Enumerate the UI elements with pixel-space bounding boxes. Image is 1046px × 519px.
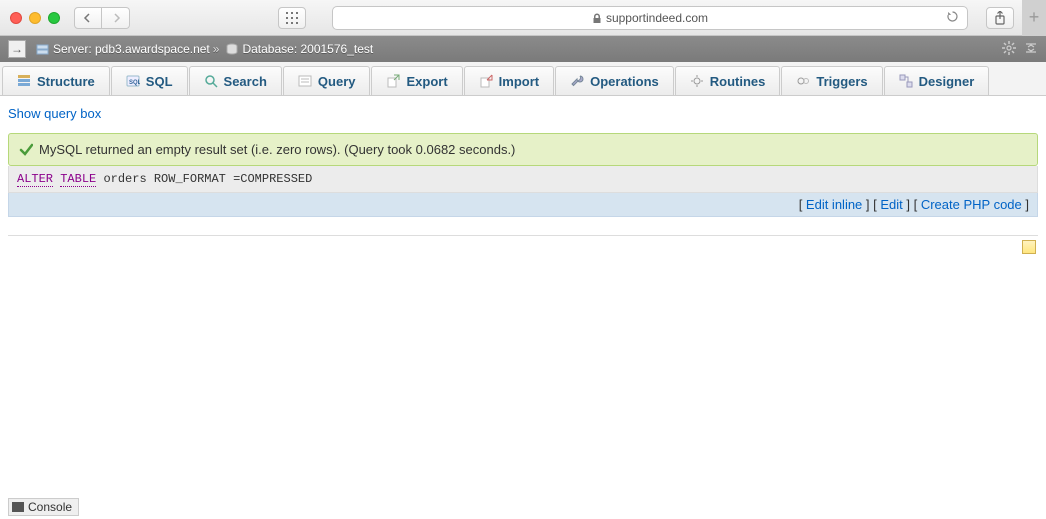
share-button[interactable] [986,7,1014,29]
collapse-toggle[interactable] [1022,240,1036,254]
tab-routines[interactable]: Routines [675,66,781,95]
success-message: MySQL returned an empty result set (i.e.… [8,133,1038,166]
apps-grid-button[interactable] [278,7,306,29]
collapse-panel-icon[interactable] [1024,41,1038,58]
tab-import[interactable]: Import [464,66,554,95]
tab-triggers[interactable]: Triggers [781,66,882,95]
section-divider [8,235,1038,254]
tab-sql[interactable]: SQL SQL [111,66,188,95]
tab-label: Structure [37,74,95,89]
close-window-button[interactable] [10,12,22,24]
console-icon [12,502,24,512]
tab-label: Triggers [816,74,867,89]
window-controls [10,12,60,24]
breadcrumb: → Server: pdb3.awardspace.net » Database… [0,36,1046,62]
tab-label: Import [499,74,539,89]
designer-icon [899,74,913,88]
sql-text: =COMPRESSED [233,172,312,186]
address-bar[interactable]: supportindeed.com [332,6,968,30]
url-host: supportindeed.com [606,11,708,25]
tab-label: Operations [590,74,659,89]
routines-icon [690,74,704,88]
tabstrip: Structure SQL SQL Search Query Export Im… [0,62,1046,96]
reload-button[interactable] [946,10,959,26]
operations-icon [570,74,584,88]
triggers-icon [796,74,810,88]
nav-buttons [74,7,130,29]
edit-link[interactable]: Edit [880,197,902,212]
minimize-window-button[interactable] [29,12,41,24]
tab-search[interactable]: Search [189,66,282,95]
sql-keyword: ROW_FORMAT [154,172,226,186]
success-text: MySQL returned an empty result set (i.e.… [39,142,515,157]
back-button[interactable] [74,7,102,29]
sql-actions: [ Edit inline ] [ Edit ] [ Create PHP co… [8,193,1038,217]
search-icon [204,74,218,88]
check-icon [19,143,33,157]
tab-label: Export [406,74,447,89]
browser-toolbar: supportindeed.com + [0,0,1046,36]
forward-button[interactable] [102,7,130,29]
tab-operations[interactable]: Operations [555,66,674,95]
import-icon [479,74,493,88]
query-icon [298,74,312,88]
gear-icon[interactable] [1002,41,1016,58]
tab-label: Search [224,74,267,89]
tab-query[interactable]: Query [283,66,371,95]
maximize-window-button[interactable] [48,12,60,24]
create-php-link[interactable]: Create PHP code [921,197,1022,212]
svg-text:SQL: SQL [129,80,140,86]
structure-icon [17,74,31,88]
sql-tablename: orders [103,172,153,186]
lock-icon [592,13,602,23]
console-label: Console [28,500,72,514]
tab-structure[interactable]: Structure [2,66,110,95]
breadcrumb-server[interactable]: Server: pdb3.awardspace.net [53,42,210,56]
server-icon [36,43,49,56]
breadcrumb-separator: » [213,42,220,56]
show-query-box-link[interactable]: Show query box [8,106,101,121]
sql-keyword: ALTER [17,172,53,187]
tab-label: Designer [919,74,975,89]
sql-keyword: TABLE [60,172,96,187]
tab-label: Query [318,74,356,89]
sql-display: ALTER TABLE orders ROW_FORMAT =COMPRESSE… [8,166,1038,193]
tab-label: SQL [146,74,173,89]
edit-inline-link[interactable]: Edit inline [806,197,862,212]
sql-icon: SQL [126,74,140,88]
nav-toggle-button[interactable]: → [8,40,26,58]
new-tab-button[interactable]: + [1022,0,1046,36]
tab-designer[interactable]: Designer [884,66,990,95]
database-icon [226,43,238,55]
console-toggle[interactable]: Console [8,498,79,516]
content-area: Show query box MySQL returned an empty r… [0,96,1046,254]
url-text: supportindeed.com [592,11,708,25]
breadcrumb-database[interactable]: Database: 2001576_test [242,42,373,56]
tab-label: Routines [710,74,766,89]
tab-export[interactable]: Export [371,66,462,95]
export-icon [386,74,400,88]
